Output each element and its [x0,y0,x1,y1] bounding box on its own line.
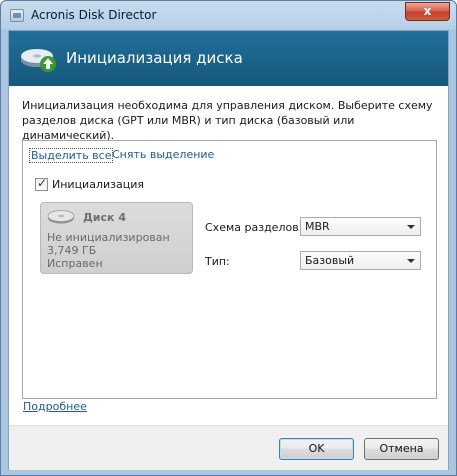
disk-panel: Выделить все Снять выделение Инициализац… [22,140,437,399]
hard-disk-icon [47,210,75,224]
disk-name: Диск 4 [83,211,126,224]
init-checkbox-label: Инициализация [52,178,144,191]
window-title: Acronis Disk Director [31,8,157,22]
disk-size: 3,749 ГБ [47,244,97,257]
chevron-down-icon [407,225,415,229]
type-label: Тип: [205,255,230,268]
more-details-link[interactable]: Подробнее [23,400,87,413]
clear-selection-link[interactable]: Снять выделение [112,148,214,161]
dialog-header: Инициализация диска [9,31,448,86]
scheme-select[interactable]: MBR [300,217,421,236]
init-checkbox-row[interactable]: Инициализация [35,176,144,191]
title-bar[interactable]: Acronis Disk Director x [1,1,456,30]
disk-health: Исправен [47,257,103,270]
button-bar: OK Отмена [9,425,448,470]
description-text: Инициализация необходима для управления … [22,99,433,142]
dialog-client: Инициализация диска Инициализация необхо… [8,30,449,470]
disk-card[interactable]: Диск 4 Не инициализирован 3,749 ГБ Испра… [40,202,193,274]
ok-button[interactable]: OK [279,438,354,460]
type-select[interactable]: Базовый [300,251,421,270]
select-all-link[interactable]: Выделить все [29,148,114,163]
disk-init-icon [21,49,56,72]
dialog-window: Acronis Disk Director x Инициализация ди… [0,0,457,476]
app-icon [10,9,24,22]
chevron-down-icon [407,259,415,263]
scheme-label: Схема разделов: [205,221,303,234]
init-checkbox[interactable] [35,176,48,191]
type-value: Базовый [305,254,355,267]
cancel-button[interactable]: Отмена [364,438,439,460]
close-button[interactable]: x [405,2,450,21]
scheme-value: MBR [305,220,330,233]
disk-status: Не инициализирован [47,231,170,244]
dialog-title: Инициализация диска [66,49,243,67]
